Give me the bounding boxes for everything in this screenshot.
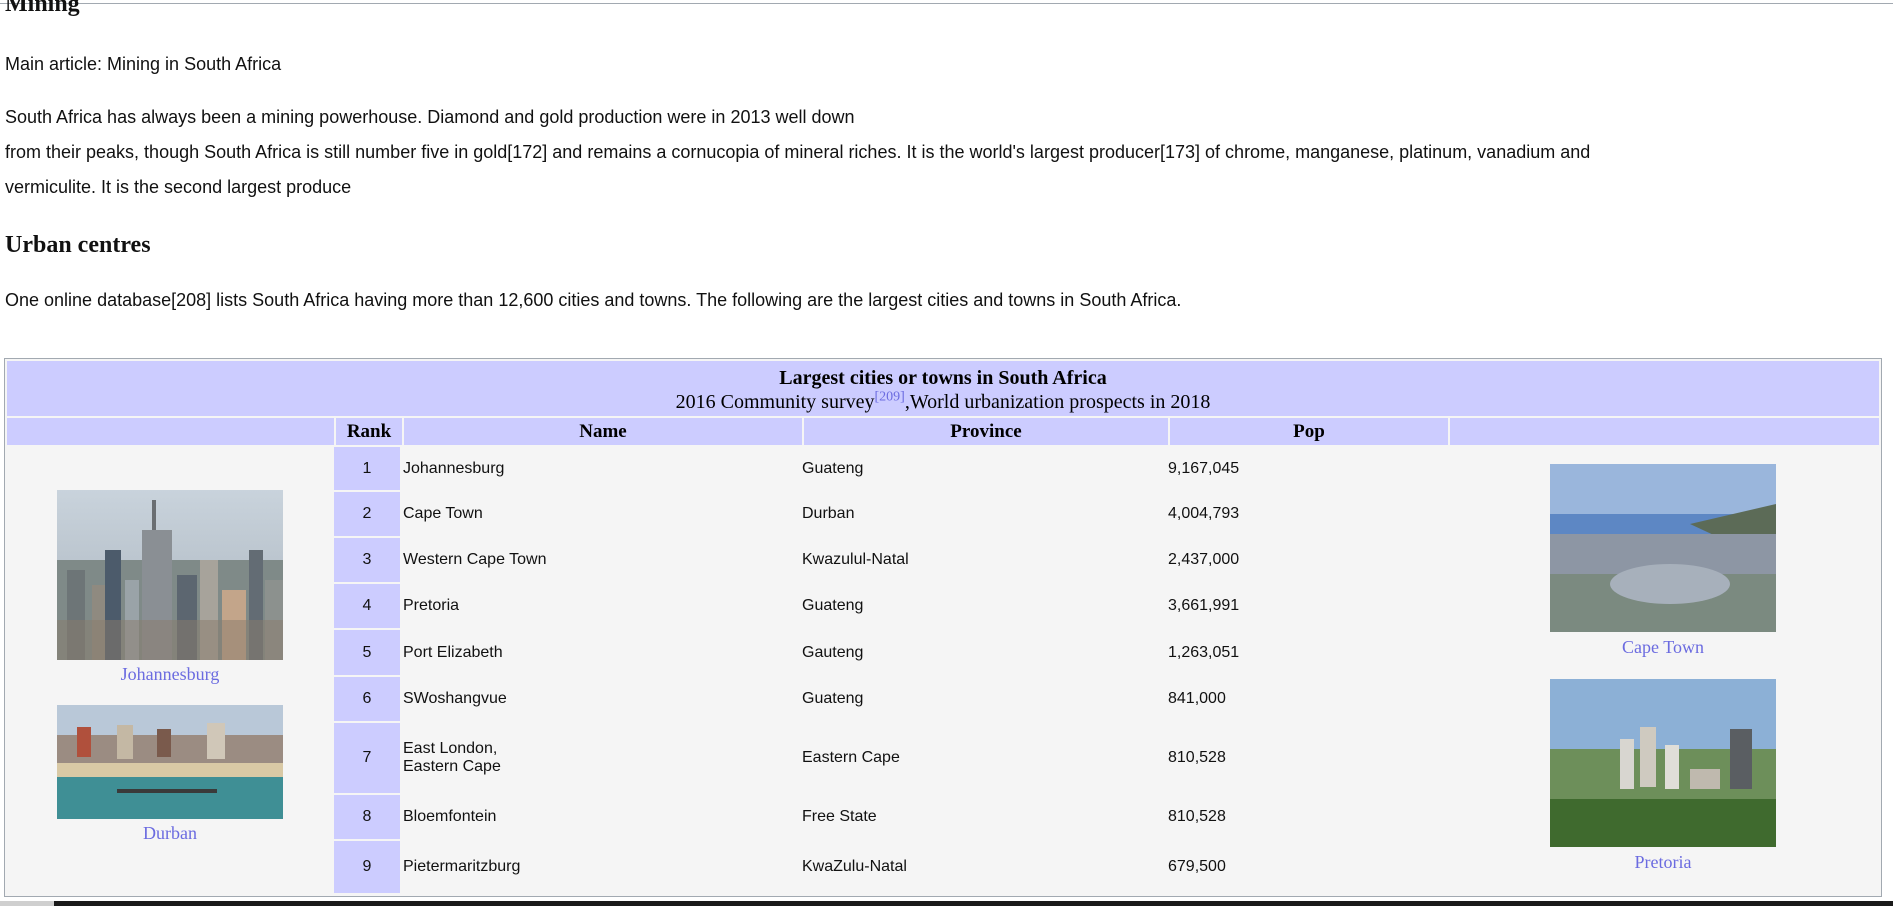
window-bottom-edge bbox=[0, 901, 54, 906]
pretoria-image[interactable] bbox=[1550, 679, 1776, 847]
city-aerial-illustration bbox=[1550, 464, 1776, 632]
city-name: East London, Eastern Cape bbox=[403, 740, 501, 776]
city-name: Western Cape Town bbox=[403, 551, 547, 568]
citation-link[interactable]: [209] bbox=[875, 389, 905, 404]
city-name-line-2: Eastern Cape bbox=[403, 758, 501, 775]
rank-cell: 5 bbox=[334, 630, 400, 675]
rank-cell: 9 bbox=[334, 841, 400, 893]
window-bottom-bar bbox=[54, 901, 1893, 906]
city-pop: 679,500 bbox=[1168, 858, 1226, 875]
johannesburg-image[interactable] bbox=[57, 490, 283, 660]
city-name: Johannesburg bbox=[403, 460, 505, 477]
city-pop: 810,528 bbox=[1168, 749, 1226, 766]
city-pop: 1,263,051 bbox=[1168, 644, 1240, 661]
main-article-note: Main article: Mining in South Africa bbox=[5, 54, 282, 74]
city-province: Gauteng bbox=[802, 644, 864, 661]
durban-caption[interactable]: Durban bbox=[57, 823, 283, 844]
cape-town-image[interactable] bbox=[1550, 464, 1776, 632]
city-province: Kwazulul-Natal bbox=[802, 551, 909, 568]
table-subtitle: 2016 Community survey[209],World urbaniz… bbox=[7, 390, 1879, 414]
header-province: Province bbox=[804, 418, 1168, 445]
rank-cell: 7 bbox=[334, 723, 400, 793]
city-province: Guateng bbox=[802, 460, 864, 477]
city-province: Free State bbox=[802, 808, 877, 825]
city-province: KwaZulu-Natal bbox=[802, 858, 907, 875]
city-name-line-1: East London, bbox=[403, 740, 498, 757]
subtitle-source: 2016 Community survey bbox=[675, 391, 875, 413]
rank-cell: 4 bbox=[334, 584, 400, 628]
city-pop: 4,004,793 bbox=[1168, 505, 1240, 522]
header-rank: Rank bbox=[336, 418, 402, 445]
table-caption: Largest cities or towns in South Africa … bbox=[7, 361, 1879, 416]
mining-line-2: from their peaks, though South Africa is… bbox=[5, 142, 1591, 162]
city-pop: 841,000 bbox=[1168, 690, 1226, 707]
urban-heading: Urban centres bbox=[5, 232, 151, 258]
table-title: Largest cities or towns in South Africa bbox=[779, 367, 1107, 389]
header-name: Name bbox=[404, 418, 802, 445]
city-province: Guateng bbox=[802, 597, 864, 614]
mining-paragraph: South Africa has always been a mining po… bbox=[5, 100, 1875, 205]
city-pop: 3,661,991 bbox=[1168, 597, 1240, 614]
skyline-illustration bbox=[57, 490, 283, 660]
city-name: SWoshangvue bbox=[403, 690, 507, 707]
city-name: Port Elizabeth bbox=[403, 644, 503, 661]
rank-cell: 1 bbox=[334, 447, 400, 490]
rank-cell: 6 bbox=[334, 677, 400, 721]
rank-cell: 2 bbox=[334, 492, 400, 536]
pretoria-caption[interactable]: Pretoria bbox=[1550, 852, 1776, 873]
city-province: Durban bbox=[802, 505, 855, 522]
johannesburg-caption[interactable]: Johannesburg bbox=[57, 664, 283, 685]
city-name: Pretoria bbox=[403, 597, 460, 614]
cape-town-caption[interactable]: Cape Town bbox=[1550, 637, 1776, 658]
mining-line-1: South Africa has always been a mining po… bbox=[5, 107, 855, 127]
city-name: Cape Town bbox=[403, 505, 483, 522]
subtitle-source-2: ,World urbanization prospects in 2018 bbox=[904, 391, 1211, 413]
city-name: Bloemfontein bbox=[403, 808, 497, 825]
city-green-illustration bbox=[1550, 679, 1776, 847]
mining-heading: Mining bbox=[5, 0, 80, 17]
header-blank-right bbox=[1450, 418, 1879, 445]
city-pop: 810,528 bbox=[1168, 808, 1226, 825]
city-pop: 2,437,000 bbox=[1168, 551, 1240, 568]
city-name: Pietermaritzburg bbox=[403, 858, 521, 875]
top-divider bbox=[0, 3, 1893, 4]
rank-cell: 3 bbox=[334, 538, 400, 582]
urban-paragraph: One online database[208] lists South Afr… bbox=[5, 290, 1182, 310]
beach-illustration bbox=[57, 705, 283, 819]
city-province: Eastern Cape bbox=[802, 749, 900, 766]
header-blank-left bbox=[7, 418, 334, 445]
city-province: Guateng bbox=[802, 690, 864, 707]
largest-cities-table: Largest cities or towns in South Africa … bbox=[4, 358, 1882, 897]
city-pop: 9,167,045 bbox=[1168, 460, 1240, 477]
header-pop: Pop bbox=[1170, 418, 1448, 445]
mining-line-3: vermiculite. It is the second largest pr… bbox=[5, 177, 352, 197]
durban-image[interactable] bbox=[57, 705, 283, 819]
rank-cell: 8 bbox=[334, 795, 400, 839]
